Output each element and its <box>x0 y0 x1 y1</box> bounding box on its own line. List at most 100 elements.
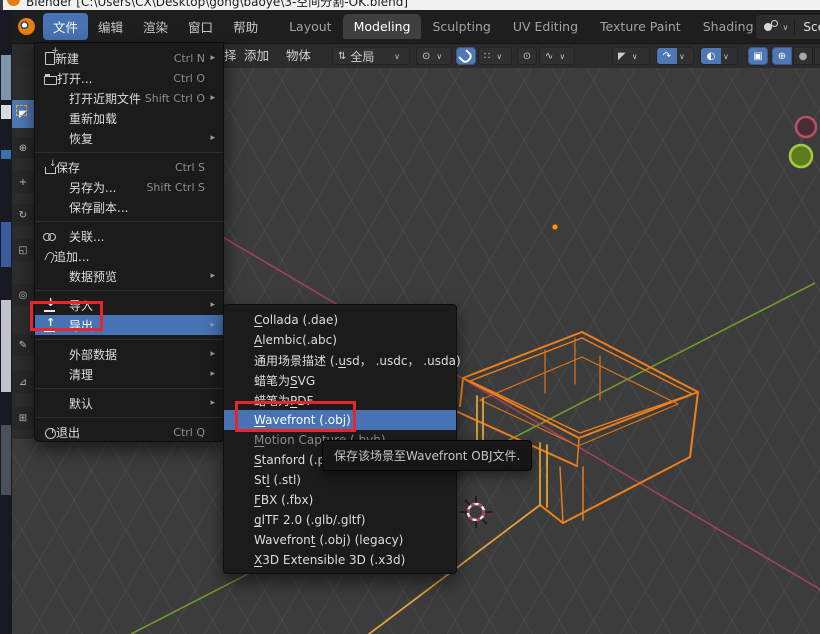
tool-cursor[interactable]: ⊕ <box>12 137 34 159</box>
export-item-9[interactable]: FBX (.fbx) <box>224 490 456 510</box>
export-item-12[interactable]: X3D Extensible 3D (.x3d) <box>224 550 456 570</box>
tool-tweak-select[interactable]: ◤ <box>12 100 34 128</box>
export-item-5[interactable]: Wavefront (.obj) <box>224 410 456 430</box>
submenu-item-label: Collada (.dae) <box>254 313 338 327</box>
tool-scale[interactable]: ◱ <box>12 239 34 261</box>
menu-item-shortcut: Shift Ctrl S <box>146 181 205 194</box>
file-menu-item-18[interactable]: 清理▸ <box>35 364 223 384</box>
falloff-dropdown[interactable]: ∿ ∨ <box>539 47 575 65</box>
tool-annotate[interactable]: ✎ <box>12 334 34 356</box>
export-item-8[interactable]: Stl (.stl) <box>224 470 456 490</box>
submenu-arrow-icon: ▸ <box>205 271 215 281</box>
menubar-menu-2[interactable]: 渲染 <box>133 13 178 40</box>
file-menu-item-7[interactable]: 另存为...Shift Ctrl S <box>35 177 223 197</box>
quit-icon <box>45 428 56 439</box>
title-bar: Blender [C:\Users\CX\Desktop\gong\baoye\… <box>0 0 820 10</box>
tab-uv-editing[interactable]: UV Editing <box>502 14 589 39</box>
export-item-10[interactable]: glTF 2.0 (.glb/.gltf) <box>224 510 456 530</box>
save-icon <box>45 167 56 174</box>
object-menu[interactable]: 物体 <box>286 47 311 65</box>
shading-material-button[interactable]: ◑ <box>814 47 820 65</box>
file-menu-item-22[interactable]: 退出Ctrl Q <box>35 422 223 442</box>
file-menu-item-2[interactable]: 打开近期文件Shift Ctrl O▸ <box>35 88 223 108</box>
overlays-icon: ◐ <box>701 48 721 64</box>
menu-bar: 文件编辑渲染窗口帮助 LayoutModelingSculptingUV Edi… <box>12 10 820 43</box>
file-menu-item-0[interactable]: 新建Ctrl N▸ <box>35 48 223 68</box>
proportional-edit-button[interactable]: ⊙ <box>517 47 537 65</box>
tab-layout[interactable]: Layout <box>278 14 343 39</box>
background-window-fragment <box>1 425 11 495</box>
tool-move[interactable]: + <box>12 171 34 193</box>
export-item-0[interactable]: Collada (.dae) <box>224 310 456 330</box>
snap-toggle-button[interactable] <box>456 47 476 65</box>
shading-solid-button[interactable]: ● <box>793 47 813 65</box>
menubar-menu-4[interactable]: 帮助 <box>223 13 268 40</box>
tool-transform[interactable]: ◎ <box>12 284 34 306</box>
tab-sculpting[interactable]: Sculpting <box>421 14 501 39</box>
window-title: Blender [C:\Users\CX\Desktop\gong\baoye\… <box>26 0 408 10</box>
file-menu-item-15[interactable]: 导出▸ <box>35 315 223 335</box>
tooltip-text: 保存该场景至Wavefront OBJ文件. <box>334 447 520 464</box>
link-icon <box>43 229 58 244</box>
menubar-menu-1[interactable]: 编辑 <box>88 13 133 40</box>
tool-add-cube-icon: ⊞ <box>19 413 27 424</box>
menubar-menu-3[interactable]: 窗口 <box>178 13 223 40</box>
export-item-4[interactable]: 蜡笔为PDF <box>224 390 456 410</box>
scene-selector[interactable]: ∨ Sce <box>755 14 820 40</box>
menu-bar-menus: 文件编辑渲染窗口帮助 <box>43 13 268 40</box>
file-menu-item-12[interactable]: 数据预览▸ <box>35 266 223 286</box>
chevron-down-icon: ∨ <box>436 52 442 61</box>
submenu-arrow-icon: ▸ <box>205 349 215 359</box>
menu-item-label: 重新加载 <box>69 110 205 127</box>
blender-logo-icon[interactable] <box>18 18 35 35</box>
submenu-arrow-icon: ▸ <box>205 398 215 408</box>
menu-item-label: 导入 <box>69 297 205 314</box>
export-item-1[interactable]: Alembic(.abc) <box>224 330 456 350</box>
submenu-item-label: 通用场景描述 (.usd， .usdc， .usda) <box>254 352 461 369</box>
file-menu-item-3[interactable]: 重新加载 <box>35 108 223 128</box>
file-menu-item-14[interactable]: 导入▸ <box>35 295 223 315</box>
export-icon <box>43 318 58 333</box>
add-menu[interactable]: 添加 <box>244 47 269 65</box>
xray-toggle-button[interactable]: ▣ <box>748 47 768 65</box>
selectability-visibility-dropdown[interactable]: ◤ ∨ <box>612 47 650 65</box>
export-item-11[interactable]: Wavefront (.obj) (legacy) <box>224 530 456 550</box>
file-menu-item-8[interactable]: 保存副本... <box>35 197 223 217</box>
chevron-down-icon: ∨ <box>723 52 729 61</box>
tool-add-cube[interactable]: ⊞ <box>12 407 34 429</box>
tab-shading[interactable]: Shading <box>692 14 765 39</box>
tab-modeling[interactable]: Modeling <box>343 14 422 39</box>
file-menu-item-11[interactable]: 追加... <box>35 246 223 266</box>
file-menu-item-1[interactable]: 打开...Ctrl O <box>35 68 223 88</box>
snap-settings-dropdown[interactable]: ∷ ∨ <box>478 47 512 65</box>
menubar-menu-0[interactable]: 文件 <box>43 13 88 40</box>
menu-item-label: 打开... <box>57 70 173 87</box>
chevron-down-icon: ∨ <box>783 23 789 32</box>
titlebar-corner <box>0 0 3 10</box>
select-menu[interactable]: 择 <box>224 47 237 65</box>
file-menu-item-4[interactable]: 恢复▸ <box>35 128 223 148</box>
file-menu-item-10[interactable]: 关联... <box>35 226 223 246</box>
tool-measure-icon: ⊿ <box>19 377 27 388</box>
export-item-3[interactable]: 蜡笔为SVG <box>224 370 456 390</box>
menu-item-shortcut: Ctrl O <box>173 72 205 85</box>
overlays-dropdown[interactable]: ◐ ∨ <box>700 47 738 65</box>
menu-item-shortcut: Shift Ctrl O <box>145 92 205 105</box>
background-window-fragment <box>1 300 11 392</box>
shading-wireframe-button[interactable]: ⊕ <box>772 47 792 65</box>
tool-transform-icon: ◎ <box>19 290 28 301</box>
pivot-point-dropdown[interactable]: ⊙ ∨ <box>416 47 452 65</box>
menu-item-label: 清理 <box>69 366 205 383</box>
file-menu-item-6[interactable]: 保存Ctrl S <box>35 157 223 177</box>
submenu-item-label: FBX (.fbx) <box>254 493 313 507</box>
transform-orientation-dropdown[interactable]: ⇅ 全局 ∨ <box>332 47 410 65</box>
tool-measure[interactable]: ⊿ <box>12 371 34 393</box>
tool-rotate[interactable]: ↻ <box>12 204 34 226</box>
file-menu-item-20[interactable]: 默认▸ <box>35 393 223 413</box>
tab-texture-paint[interactable]: Texture Paint <box>589 14 692 39</box>
file-menu-item-17[interactable]: 外部数据▸ <box>35 344 223 364</box>
xray-icon: ▣ <box>753 51 762 62</box>
export-item-2[interactable]: 通用场景描述 (.usd， .usdc， .usda) <box>224 350 456 370</box>
gizmos-dropdown[interactable]: ↷ ∨ <box>656 47 694 65</box>
tool-column: ◤ ⊕ + ↻ ◱ ◎ ✎ ⊿ ⊞ <box>12 67 34 439</box>
